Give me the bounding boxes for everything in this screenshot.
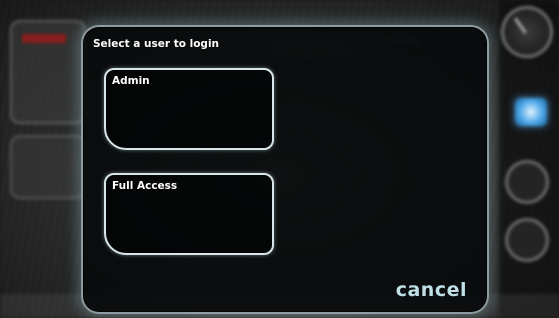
dialog-title: Select a user to login [93,38,220,50]
home-icon [515,98,547,126]
round-button-icon [505,218,549,262]
background-right-rail [499,0,559,318]
background-left-panel [10,20,86,124]
user-login-dialog: Select a user to login Admin Full Access… [81,25,489,314]
background-left-panel-secondary [10,135,86,199]
user-tile-label: Full Access [112,180,178,192]
background-status-tag [22,34,66,43]
user-tile-label: Admin [112,75,150,87]
gauge-icon [501,6,553,58]
round-button-icon [505,160,549,204]
user-tile-full-access[interactable]: Full Access [104,173,274,255]
cancel-button[interactable]: cancel [396,279,467,301]
user-tile-admin[interactable]: Admin [104,68,274,150]
